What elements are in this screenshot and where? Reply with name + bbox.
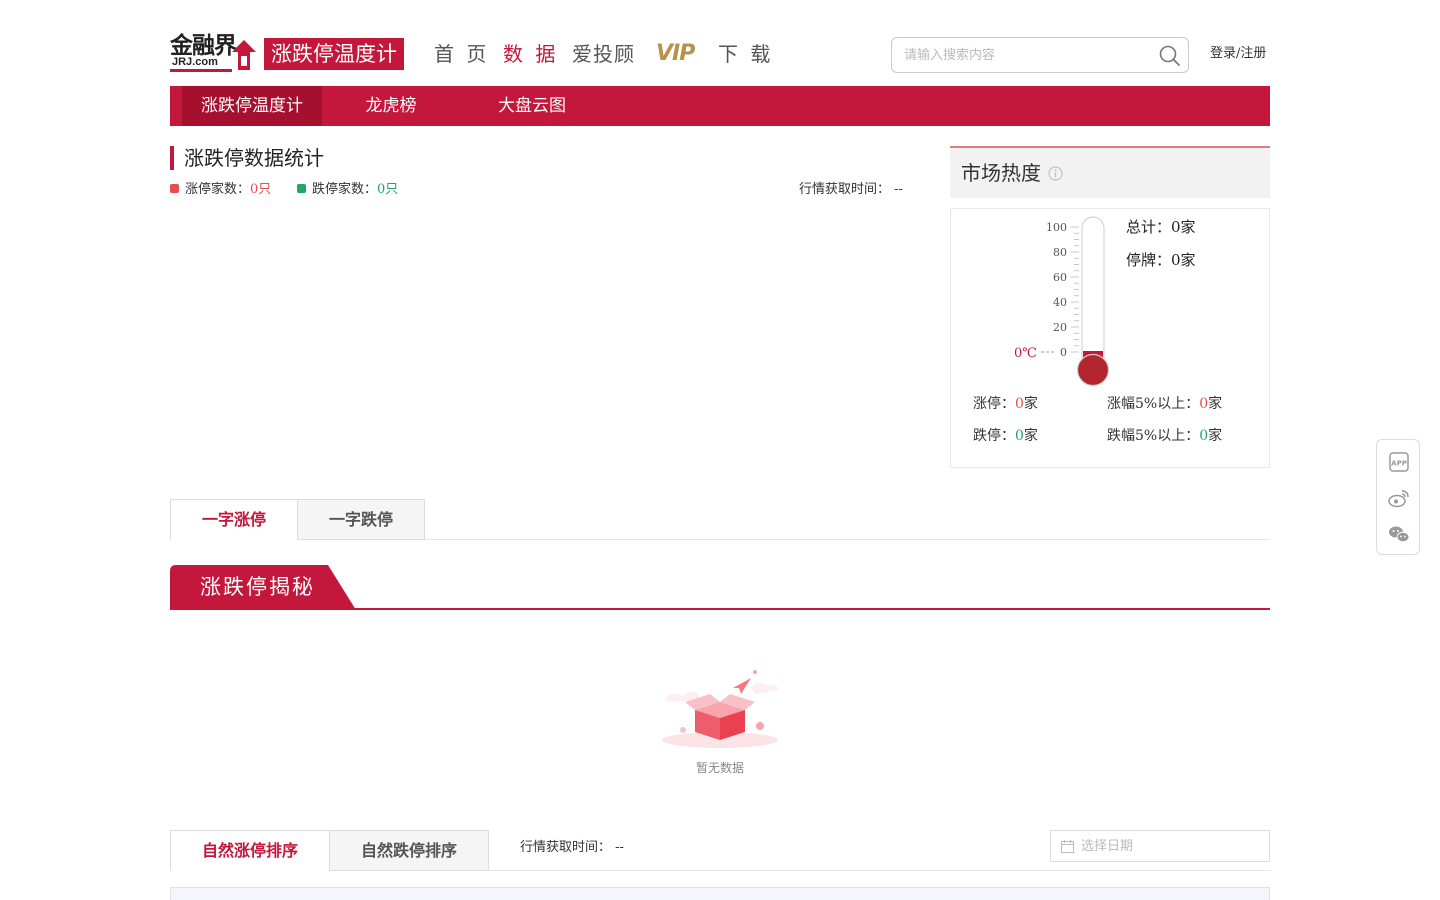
heat-fall-5: 跌幅5%以上：0家 [1107, 427, 1222, 445]
stats-fetch-time: 行情获取时间： -- [799, 182, 903, 198]
thermometer-scale-label-3: 40 [1053, 296, 1067, 309]
suspended-count: 停牌：0家 [1126, 250, 1196, 270]
wechat-icon[interactable] [1387, 522, 1411, 546]
heat-rise-5: 涨幅5%以上：0家 [1107, 395, 1222, 413]
limit-down-legend: 跌停家数：0只 [297, 182, 398, 198]
side-toolbar: APP [1376, 439, 1420, 555]
jrj-logo[interactable]: 金融界 JRJ.com [170, 34, 260, 74]
svg-text:APP: APP [1391, 460, 1407, 468]
sort-fetch-time-label: 行情获取时间： [520, 840, 612, 855]
logo-main-text: 金融界 [170, 33, 237, 59]
suspended-value: 0家 [1171, 251, 1196, 269]
market-heat-title: 市场热度 [961, 161, 1041, 185]
heat-fall5-num: 0 [1199, 428, 1209, 444]
total-count: 总计：0家 [1126, 217, 1196, 237]
nav-download[interactable]: 下 载 [718, 40, 773, 68]
total-label: 总计： [1126, 218, 1172, 236]
sort-fetch-time: 行情获取时间： -- [520, 840, 624, 856]
info-icon[interactable] [1048, 166, 1063, 181]
date-input[interactable] [1081, 837, 1251, 855]
nav-advisor[interactable]: 爱投顾 [572, 40, 635, 68]
ranking-table-header [170, 887, 1270, 900]
thermometer-scale-label-0: 100 [1046, 221, 1067, 234]
search-input[interactable] [904, 45, 1144, 65]
one-word-tabs: 一字涨停 一字跌停 [170, 499, 1270, 540]
thermometer-scale-label-4: 20 [1053, 321, 1067, 334]
logo-sub-text: JRJ.com [172, 56, 218, 68]
tab-market-cloud[interactable]: 大盘云图 [486, 86, 578, 126]
sort-fetch-time-value: -- [615, 840, 624, 855]
tab-natural-limit-up-rank[interactable]: 自然涨停排序 [170, 830, 330, 871]
thermometer-tube [1081, 216, 1105, 374]
heat-limit-up-num: 0 [1015, 396, 1024, 412]
logo-arrow-icon [232, 40, 256, 70]
heat-rise5-num: 0 [1199, 396, 1209, 412]
stats-section-title: 涨跌停数据统计 [170, 146, 324, 170]
tab-limit-thermometer[interactable]: 涨跌停温度计 [182, 86, 322, 126]
nav-data[interactable]: 数 据 [503, 40, 558, 68]
nav-vip[interactable]: VIP [656, 40, 695, 68]
limit-up-legend: 涨停家数：0只 [170, 182, 271, 198]
heat-limit-down-num: 0 [1015, 428, 1024, 444]
empty-state-text: 暂无数据 [695, 761, 744, 775]
heat-limit-up-label: 涨停： [973, 396, 1015, 412]
limit-up-count: 0只 [250, 182, 272, 197]
reveal-section-header: 涨跌停揭秘 [170, 565, 1270, 610]
fetch-time-label: 行情获取时间： [799, 182, 891, 197]
search-box [891, 37, 1189, 73]
tab-one-word-limit-up[interactable]: 一字涨停 [170, 499, 298, 540]
heat-limit-down: 跌停：0家 [973, 427, 1038, 445]
empty-box-icon [662, 670, 779, 748]
heat-rise5-unit: 家 [1208, 396, 1223, 412]
heat-fall5-unit: 家 [1208, 428, 1223, 444]
main-tabbar: 涨跌停温度计 龙虎榜 大盘云图 [170, 86, 1270, 126]
app-icon[interactable]: APP [1387, 450, 1411, 474]
search-icon[interactable] [1158, 44, 1182, 68]
heat-fall5-label: 跌幅5%以上： [1107, 428, 1200, 444]
limit-down-count: 0只 [377, 182, 399, 197]
brand-tag: 涨跌停温度计 [264, 38, 404, 70]
heat-limit-up-unit: 家 [1023, 396, 1038, 412]
date-picker [1050, 830, 1270, 862]
reveal-title: 涨跌停揭秘 [200, 575, 315, 599]
thermometer-scale-label-5: 0 [1060, 346, 1067, 359]
suspended-label: 停牌： [1126, 251, 1172, 269]
market-heat-panel: 100 80 60 40 20 0 0℃ 总计：0家 停牌：0家 涨停：0家 涨幅5%以上… [950, 208, 1270, 468]
market-heat-header: 市场热度 [950, 146, 1270, 198]
tab-dragon-tiger[interactable]: 龙虎榜 [350, 86, 432, 126]
calendar-icon [1061, 840, 1074, 853]
nav-home[interactable]: 首 页 [434, 40, 489, 68]
temperature-reading: 0℃ [1014, 346, 1037, 361]
total-value: 0家 [1171, 218, 1196, 236]
limit-down-dot [297, 184, 306, 193]
limit-up-dot [170, 184, 179, 193]
heat-limit-up: 涨停：0家 [973, 395, 1038, 413]
thermometer-scale-labels: 100 80 60 40 20 0 [1046, 221, 1067, 359]
fetch-time-value: -- [894, 182, 903, 197]
tab-one-word-limit-down[interactable]: 一字跌停 [297, 499, 425, 540]
thermometer-ticks [1071, 226, 1079, 353]
tab-natural-limit-down-rank[interactable]: 自然跌停排序 [329, 830, 489, 871]
heat-limit-down-label: 跌停： [973, 428, 1015, 444]
heat-limit-down-unit: 家 [1023, 428, 1038, 444]
thermometer-scale-label-2: 60 [1053, 271, 1067, 284]
thermometer-scale-label-1: 80 [1053, 246, 1067, 259]
heat-rise5-label: 涨幅5%以上： [1107, 396, 1200, 412]
limit-down-label: 跌停家数： [312, 182, 378, 197]
logo-underline [170, 69, 232, 72]
login-register-link[interactable]: 登录/注册 [1210, 45, 1266, 63]
weibo-icon[interactable] [1387, 486, 1411, 510]
limit-up-label: 涨停家数： [185, 182, 251, 197]
